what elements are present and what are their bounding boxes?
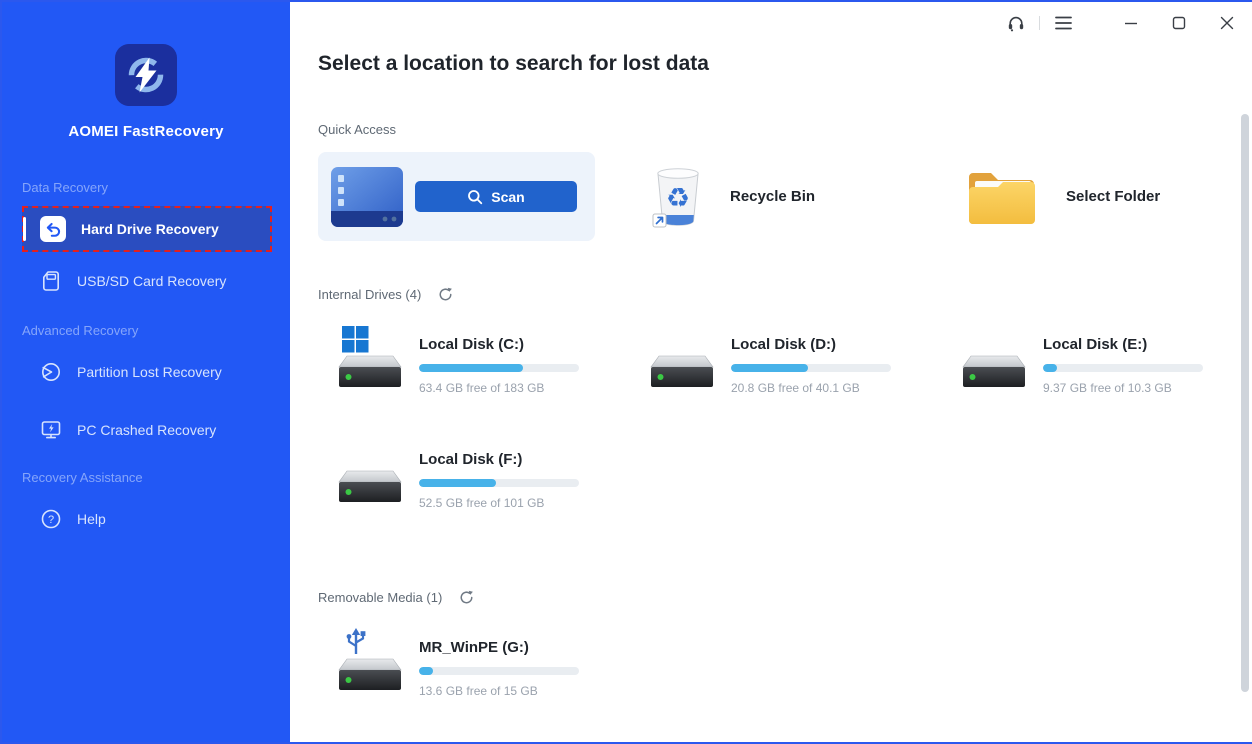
close-button[interactable] (1216, 12, 1238, 34)
drive-name: Local Disk (C:) (419, 336, 524, 353)
help-icon: ? (40, 508, 62, 530)
refresh-icon[interactable] (438, 287, 453, 302)
sd-card-icon (40, 270, 62, 292)
sidebar-item-help[interactable]: ? Help (2, 499, 290, 539)
sidebar-item-partition-lost-recovery[interactable]: Partition Lost Recovery (2, 352, 290, 392)
selection-indicator (23, 217, 26, 241)
app-window: AOMEI FastRecovery Data Recovery Hard Dr… (0, 0, 1252, 744)
titlebar (1005, 2, 1252, 44)
recovery-arrow-icon (40, 216, 66, 242)
maximize-button[interactable] (1168, 12, 1190, 34)
folder-icon (964, 165, 1040, 229)
hard-drive-icon (650, 326, 716, 390)
removable-media-grid: MR_WinPE (G:) 13.6 GB free of 15 GB (318, 629, 1252, 698)
titlebar-divider (1039, 16, 1040, 30)
select-folder-item[interactable]: Select Folder (942, 165, 1252, 229)
capacity-bar-fill (731, 364, 808, 372)
capacity-bar-fill (419, 364, 523, 372)
internal-drives-grid: Local Disk (C:) 63.4 GB free of 183 GB (318, 326, 1252, 510)
sidebar-item-label: PC Crashed Recovery (77, 422, 216, 438)
capacity-bar (1043, 364, 1203, 372)
pc-crash-icon (40, 419, 62, 441)
sidebar-item-hard-drive-recovery[interactable]: Hard Drive Recovery (22, 206, 272, 252)
removable-media-label: Removable Media (1) (318, 590, 442, 605)
capacity-bar-fill (1043, 364, 1057, 372)
drive-name: Local Disk (F:) (419, 451, 522, 468)
sidebar-item-label: USB/SD Card Recovery (77, 273, 226, 289)
capacity-bar (731, 364, 891, 372)
sidebar-section-data-recovery: Data Recovery (22, 180, 290, 195)
svg-text:♻: ♻ (666, 183, 690, 214)
sidebar-item-usb-sd-recovery[interactable]: USB/SD Card Recovery (2, 261, 290, 301)
capacity-bar-fill (419, 479, 496, 487)
drive-illustration-icon (331, 167, 403, 227)
drive-name: MR_WinPE (G:) (419, 639, 529, 656)
recycle-bin-icon: ♻ (652, 164, 704, 230)
quick-access-row: Scan ♻ Recycle Bin (318, 152, 1252, 241)
quick-access-label: Quick Access (318, 122, 1252, 137)
drive-free-space: 9.37 GB free of 10.3 GB (1043, 381, 1203, 395)
sidebar: AOMEI FastRecovery Data Recovery Hard Dr… (2, 2, 290, 742)
sidebar-item-label: Hard Drive Recovery (81, 221, 219, 237)
vertical-scrollbar[interactable] (1241, 114, 1249, 692)
support-headset-icon[interactable] (1005, 12, 1027, 34)
hard-drive-icon (962, 326, 1028, 390)
page-title: Select a location to search for lost dat… (318, 52, 1252, 76)
scan-button[interactable]: Scan (415, 181, 577, 212)
capacity-bar-fill (419, 667, 433, 675)
partition-pie-icon (40, 361, 62, 383)
drive-item-e[interactable]: Local Disk (E:) 9.37 GB free of 10.3 GB (942, 326, 1252, 395)
sidebar-section-advanced-recovery: Advanced Recovery (22, 323, 290, 338)
drive-item-g[interactable]: MR_WinPE (G:) 13.6 GB free of 15 GB (318, 629, 630, 698)
main-panel: Select a location to search for lost dat… (290, 2, 1252, 742)
drive-name: Local Disk (E:) (1043, 336, 1147, 353)
drive-name: Local Disk (D:) (731, 336, 836, 353)
drive-free-space: 52.5 GB free of 101 GB (419, 496, 579, 510)
usb-drive-icon (338, 629, 404, 693)
minimize-button[interactable] (1120, 12, 1142, 34)
capacity-bar (419, 479, 579, 487)
capacity-bar (419, 667, 579, 675)
drive-free-space: 13.6 GB free of 15 GB (419, 684, 579, 698)
hard-drive-icon (338, 326, 404, 390)
app-logo (115, 44, 177, 106)
capacity-bar (419, 364, 579, 372)
drive-item-f[interactable]: Local Disk (F:) 52.5 GB free of 101 GB (318, 441, 630, 510)
sidebar-item-label: Help (77, 511, 106, 527)
select-folder-label: Select Folder (1066, 188, 1160, 205)
scan-button-label: Scan (491, 189, 524, 205)
sidebar-item-pc-crashed-recovery[interactable]: PC Crashed Recovery (2, 410, 290, 450)
sidebar-item-label: Partition Lost Recovery (77, 364, 222, 380)
refresh-icon[interactable] (459, 590, 474, 605)
internal-drives-header: Internal Drives (4) (318, 287, 1252, 302)
hard-drive-icon (338, 441, 404, 505)
removable-media-header: Removable Media (1) (318, 590, 1252, 605)
recycle-bin-label: Recycle Bin (730, 188, 815, 205)
recycle-bin-item[interactable]: ♻ Recycle Bin (630, 164, 942, 230)
drive-item-d[interactable]: Local Disk (D:) 20.8 GB free of 40.1 GB (630, 326, 942, 395)
lightning-logo-icon (126, 55, 166, 95)
this-pc-scan-card[interactable]: Scan (318, 152, 595, 241)
app-name: AOMEI FastRecovery (2, 123, 290, 140)
internal-drives-label: Internal Drives (4) (318, 287, 421, 302)
menu-icon[interactable] (1052, 12, 1074, 34)
svg-text:?: ? (48, 514, 54, 526)
drive-item-c[interactable]: Local Disk (C:) 63.4 GB free of 183 GB (318, 326, 630, 395)
sidebar-section-recovery-assistance: Recovery Assistance (22, 470, 290, 485)
search-icon (467, 189, 483, 205)
drive-free-space: 63.4 GB free of 183 GB (419, 381, 579, 395)
drive-free-space: 20.8 GB free of 40.1 GB (731, 381, 891, 395)
